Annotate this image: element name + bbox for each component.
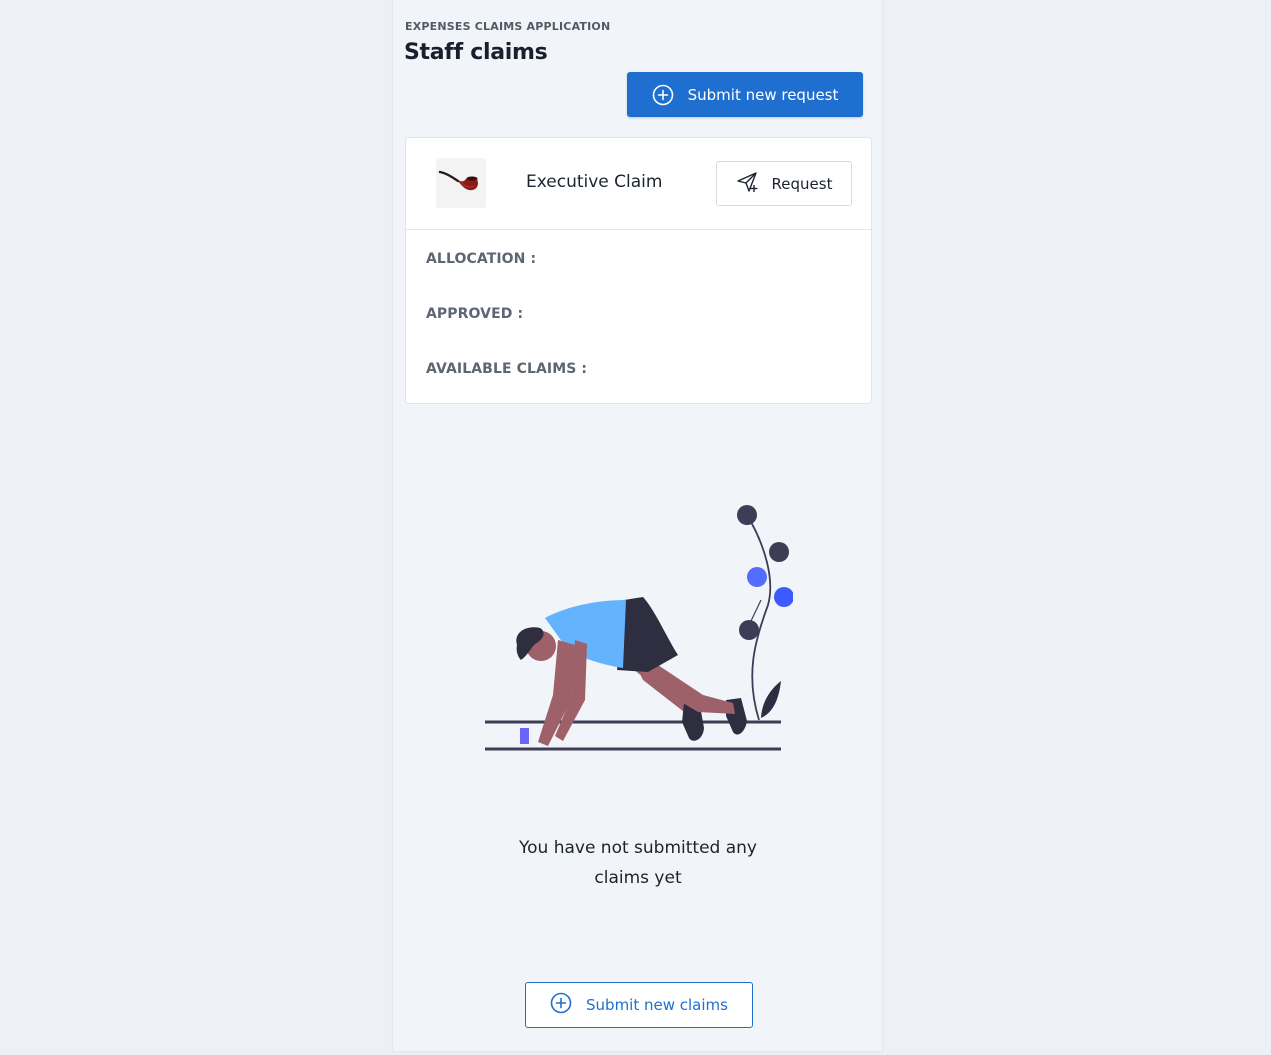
submit-new-request-label: Submit new request <box>687 85 839 104</box>
plus-circle-icon <box>550 992 572 1018</box>
pipe-icon <box>436 158 486 208</box>
empty-state-message: You have not submitted any claims yet <box>518 838 757 888</box>
submit-new-claims-button[interactable]: Submit new claims <box>525 982 753 1028</box>
send-plus-icon <box>736 171 760 197</box>
claims-panel: EXPENSES CLAIMS APPLICATION Staff claims… <box>393 0 882 1051</box>
approved-label: APPROVED : <box>426 306 524 322</box>
claim-card-header: Executive Claim Request <box>406 138 871 230</box>
request-label: Request <box>771 174 833 193</box>
submit-new-request-button[interactable]: Submit new request <box>627 72 863 117</box>
allocation-label: ALLOCATION : <box>426 251 537 267</box>
claim-name: Executive Claim <box>526 172 663 192</box>
request-button[interactable]: Request <box>716 161 852 206</box>
page-title: Staff claims <box>404 40 548 65</box>
submit-new-claims-label: Submit new claims <box>586 996 728 1014</box>
empty-state-illustration <box>483 500 794 760</box>
app-label: EXPENSES CLAIMS APPLICATION <box>405 20 611 33</box>
plus-circle-icon <box>652 84 674 106</box>
available-claims-label: AVAILABLE CLAIMS : <box>426 361 588 377</box>
claim-card: Executive Claim Request ALLOCATION : APP… <box>405 137 872 404</box>
